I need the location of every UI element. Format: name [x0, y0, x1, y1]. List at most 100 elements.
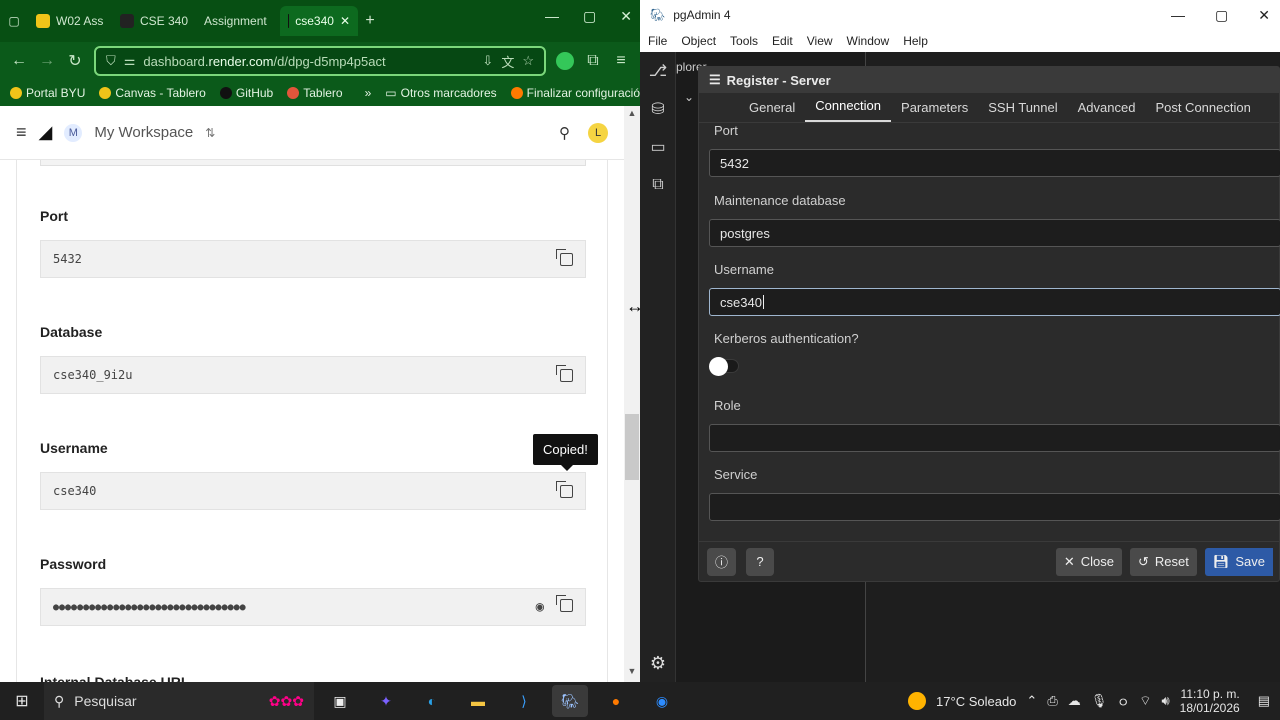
zoom-icon[interactable]: ◉ — [644, 685, 680, 717]
copy-icon[interactable] — [556, 364, 573, 382]
object-explorer-icon[interactable]: ⎇ — [640, 52, 676, 90]
close-window-icon[interactable]: ✕ — [1258, 7, 1270, 24]
scroll-down-icon[interactable]: ▼ — [624, 666, 640, 680]
save-button[interactable]: 💾︎ Save — [1204, 547, 1273, 576]
bookmark-item[interactable]: Portal BYU — [10, 86, 85, 100]
tab-general[interactable]: General — [739, 94, 805, 122]
dialog-body: Port 5432 Maintenance database postgres … — [699, 123, 1280, 543]
install-icon[interactable]: ⇩ — [482, 53, 493, 69]
role-input[interactable] — [709, 424, 1280, 452]
menu-object[interactable]: Object — [681, 34, 716, 48]
page-info-icon[interactable]: ⚌ — [124, 53, 136, 69]
service-input[interactable] — [709, 493, 1280, 521]
browser-tab[interactable]: CSE 340 — [112, 6, 196, 36]
extensions-puzzle-icon[interactable]: ⧉ — [584, 52, 602, 70]
workspace-name[interactable]: My Workspace — [94, 124, 193, 141]
minimize-icon[interactable]: — — [545, 8, 559, 25]
hamburger-icon[interactable]: ≡ — [16, 122, 27, 143]
chevron-down-icon[interactable]: ⌄ — [684, 90, 694, 104]
translate-icon[interactable]: 文 — [501, 52, 514, 71]
menu-window[interactable]: Window — [847, 34, 890, 48]
menu-help[interactable]: Help — [903, 34, 928, 48]
tab-workspaces-icon[interactable]: ▢ — [0, 6, 28, 36]
close-window-icon[interactable]: ✕ — [620, 8, 632, 25]
menu-tools[interactable]: Tools — [730, 34, 758, 48]
tab-ssh-tunnel[interactable]: SSH Tunnel — [978, 94, 1067, 122]
terminal-icon[interactable]: ▭ — [640, 128, 676, 166]
info-button[interactable]: ⓘ — [707, 547, 737, 576]
maximize-icon[interactable]: ▢ — [583, 8, 596, 25]
forward-icon[interactable]: → — [38, 52, 56, 70]
close-button[interactable]: ✕ Close — [1055, 547, 1122, 576]
scroll-thumb[interactable] — [625, 414, 639, 480]
copy-icon[interactable] — [556, 480, 573, 498]
taskbar-search[interactable]: ⚲ Pesquisar ✿✿✿ — [44, 682, 314, 720]
windows-start-icon[interactable]: ⊞ — [0, 682, 44, 720]
menu-icon[interactable]: ≡ — [612, 52, 630, 70]
copilot-icon[interactable]: ✦ — [368, 685, 404, 717]
user-avatar[interactable]: L — [588, 122, 608, 143]
eye-icon[interactable]: ◉ — [536, 599, 544, 615]
maximize-icon[interactable]: ▢ — [1215, 7, 1228, 24]
port-input[interactable]: 5432 — [709, 149, 1280, 177]
dialog-titlebar[interactable]: ☰ Register - Server — [699, 67, 1279, 93]
tab-parameters[interactable]: Parameters — [891, 94, 978, 122]
maintenance-db-form-field: Maintenance database postgres — [709, 193, 1280, 247]
clock[interactable]: 11:10 p. m. 18/01/2026 — [1180, 687, 1240, 715]
minimize-icon[interactable]: — — [1171, 7, 1185, 24]
render-logo[interactable]: ◢ — [39, 122, 53, 143]
tab-post-connection[interactable]: Post Connection — [1145, 94, 1260, 122]
username-input[interactable]: cse340 — [709, 288, 1280, 316]
copy-icon[interactable] — [556, 248, 573, 266]
scroll-up-icon[interactable]: ▲ — [624, 108, 640, 122]
bookmark-item[interactable]: GitHub — [219, 86, 273, 100]
bookmark-item[interactable]: Tablero — [287, 86, 343, 100]
database-icon[interactable]: ⛁ — [640, 90, 676, 128]
browser-tab[interactable]: W02 Ass — [28, 6, 112, 36]
close-tab-icon[interactable]: ✕ — [340, 14, 350, 28]
microphone-icon[interactable]: 🎙︎ — [1091, 693, 1108, 709]
chevron-updown-icon[interactable]: ⇅ — [205, 126, 215, 140]
extension-icon[interactable] — [556, 52, 574, 70]
page-scrollbar[interactable]: ▲ ▼ — [624, 106, 640, 682]
task-view-icon[interactable]: ▣ — [322, 685, 358, 717]
onedrive-icon[interactable]: ☁ — [1068, 693, 1081, 709]
bookmark-folder[interactable]: ▭ Otros marcadores — [385, 86, 496, 100]
menu-edit[interactable]: Edit — [772, 34, 793, 48]
weather-text[interactable]: 17°C Soleado — [936, 694, 1016, 709]
menu-file[interactable]: File — [648, 34, 667, 48]
file-explorer-icon[interactable]: ▬ — [460, 685, 496, 717]
bookmark-item[interactable]: Canvas - Tablero — [99, 86, 206, 100]
kerberos-toggle[interactable] — [709, 357, 739, 376]
address-bar[interactable]: ⛉ ⚌ dashboard.render.com/d/dpg-d5mp4p5ac… — [94, 46, 546, 76]
weather-sun-icon — [908, 692, 927, 710]
schema-diff-icon[interactable]: ⧉ — [640, 166, 676, 204]
gear-icon[interactable]: ⚙ — [640, 648, 676, 678]
reload-icon[interactable]: ↻ — [66, 51, 84, 71]
star-icon[interactable]: ☆ — [522, 53, 534, 69]
pgadmin-taskbar-icon[interactable]: 🐘︎ — [552, 685, 588, 717]
tray-icon[interactable]: ⎙ — [1047, 693, 1057, 709]
vscode-icon[interactable]: ⟩ — [506, 685, 542, 717]
browser-tab[interactable]: Assignment — [196, 6, 280, 36]
menu-view[interactable]: View — [807, 34, 833, 48]
notification-icon[interactable]: ▤ — [1258, 693, 1270, 709]
search-icon[interactable]: ⚲ — [559, 124, 570, 142]
volume-icon[interactable]: 🔊︎ — [1161, 693, 1169, 709]
tab-advanced[interactable]: Advanced — [1068, 94, 1146, 122]
wifi-icon[interactable]: ⌔ — [1139, 693, 1151, 709]
maintenance-db-input[interactable]: postgres — [709, 219, 1280, 247]
tab-connection[interactable]: Connection — [805, 92, 892, 122]
chevron-up-icon[interactable]: ⌃ — [1026, 693, 1037, 709]
more-bookmarks-button[interactable]: » — [365, 86, 372, 100]
copy-icon[interactable] — [556, 595, 573, 612]
reset-button[interactable]: ↺ Reset — [1129, 547, 1197, 576]
browser-tab-active[interactable]: cse340 ✕ — [280, 6, 358, 36]
firefox-icon[interactable]: ● — [598, 685, 634, 717]
new-tab-button[interactable]: + — [358, 6, 382, 36]
edge-icon[interactable]: ◐ — [414, 685, 450, 717]
bookmark-item[interactable]: Finalizar configuración — [510, 86, 640, 100]
back-icon[interactable]: ← — [10, 52, 28, 70]
help-button[interactable]: ? — [746, 547, 775, 576]
ime-icon[interactable]: ㅇ — [1117, 692, 1129, 711]
